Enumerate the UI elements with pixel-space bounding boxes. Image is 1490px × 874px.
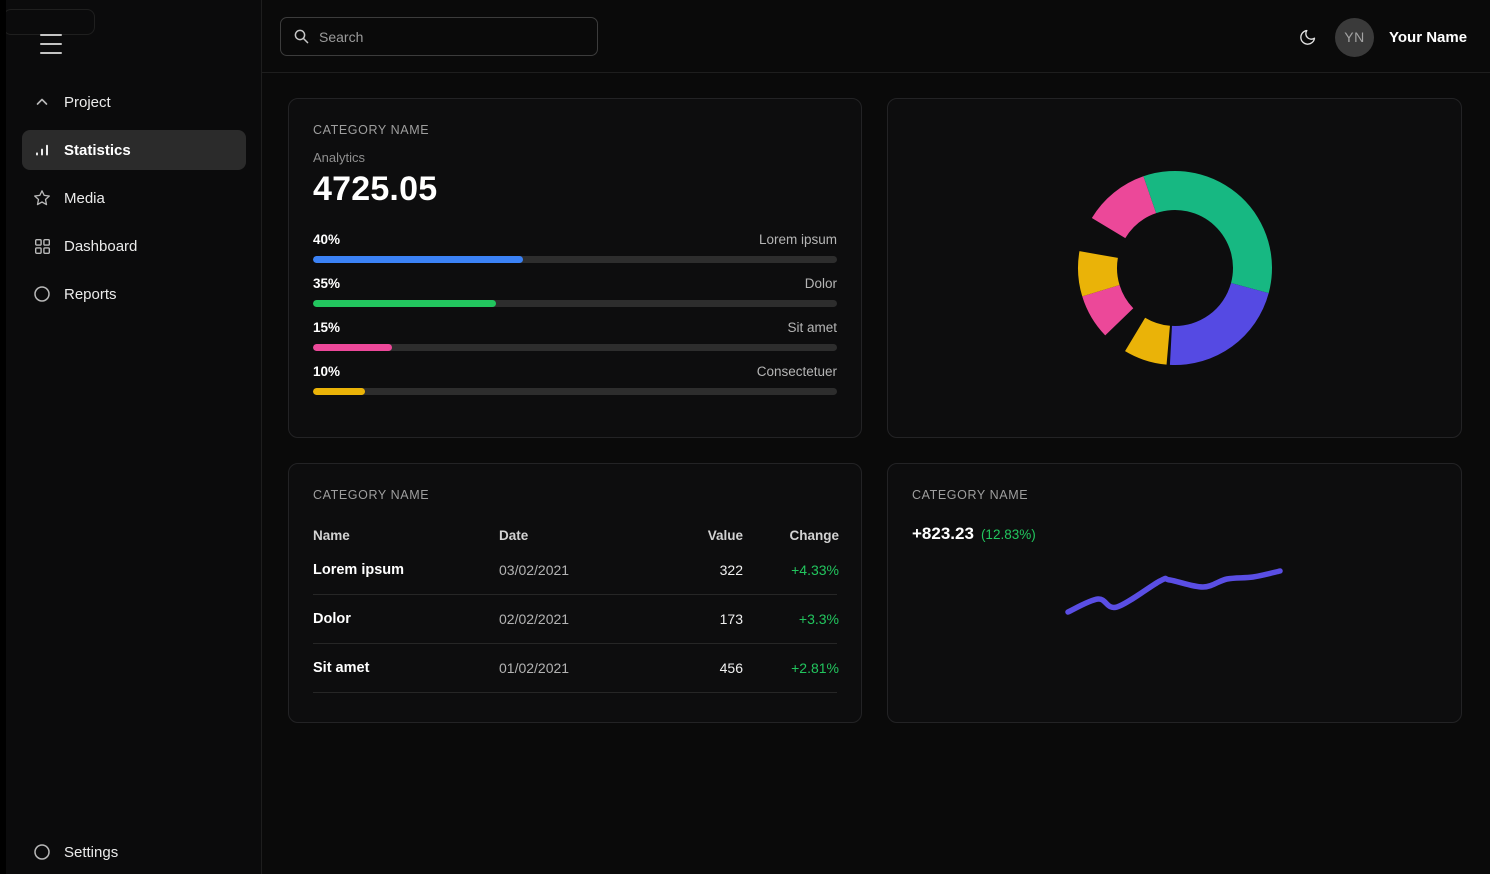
card-category-label: CATEGORY NAME — [313, 488, 837, 502]
progress-fill — [313, 344, 392, 351]
progress-label: Dolor — [805, 276, 837, 291]
search-icon — [293, 28, 310, 45]
progress-percent: 15% — [313, 320, 340, 335]
sidebar-item-reports[interactable]: Reports — [22, 274, 246, 314]
table-header: Name Date Value Change — [313, 524, 837, 546]
donut-chart — [1068, 161, 1282, 375]
cell-value: 173 — [641, 611, 743, 627]
line-chart-value: +823.23 — [912, 524, 974, 544]
donut-segment — [1091, 176, 1155, 238]
app-window: Project Statistics Media Dashboard Repor… — [0, 0, 1490, 874]
table-card: CATEGORY NAME Name Date Value Change Lor… — [288, 463, 862, 723]
menu-toggle-button[interactable] — [40, 34, 62, 54]
circle-icon — [33, 285, 51, 303]
search-box[interactable] — [280, 17, 598, 56]
hamburger-icon — [40, 34, 62, 36]
star-icon — [33, 189, 51, 207]
analytics-subtitle: Analytics — [313, 150, 837, 165]
progress-bars: 40% Lorem ipsum 35% Dolor 15% Sit amet — [313, 232, 837, 395]
analytics-total-value: 4725.05 — [313, 170, 837, 209]
grid-icon — [33, 237, 51, 255]
progress-fill — [313, 256, 523, 263]
moon-icon — [1299, 28, 1317, 46]
progress-label: Consectetuer — [757, 364, 837, 379]
column-header-value: Value — [641, 528, 743, 543]
cell-date: 02/02/2021 — [499, 611, 641, 627]
progress-fill — [313, 388, 365, 395]
sidebar-item-project[interactable]: Project — [22, 82, 246, 122]
table-row[interactable]: Lorem ipsum 03/02/2021 322 +4.33% — [313, 546, 837, 595]
analytics-card: CATEGORY NAME Analytics 4725.05 40% Lore… — [288, 98, 862, 438]
progress-fill — [313, 300, 496, 307]
bar-chart-icon — [33, 141, 51, 159]
progress-percent: 40% — [313, 232, 340, 247]
progress-track — [313, 300, 837, 307]
progress-percent: 35% — [313, 276, 340, 291]
sidebar-item-dashboard[interactable]: Dashboard — [22, 226, 246, 266]
user-menu[interactable]: YN Your Name — [1335, 14, 1467, 60]
progress-row: 15% Sit amet — [313, 320, 837, 351]
table-row[interactable]: Sit amet 01/02/2021 456 +2.81% — [313, 644, 837, 693]
donut-segment — [1169, 283, 1268, 365]
column-header-change: Change — [743, 528, 839, 543]
cell-name: Sit amet — [313, 660, 499, 676]
cell-name: Lorem ipsum — [313, 562, 499, 578]
cell-value: 456 — [641, 660, 743, 676]
sparkline-path — [1068, 571, 1280, 612]
sidebar-item-statistics[interactable]: Statistics — [22, 130, 246, 170]
circle-icon — [33, 843, 51, 861]
cell-date: 01/02/2021 — [499, 660, 641, 676]
chevron-up-icon — [33, 93, 51, 111]
table-body: Lorem ipsum 03/02/2021 322 +4.33% Dolor … — [313, 546, 837, 693]
column-header-name: Name — [313, 528, 499, 543]
cell-date: 03/02/2021 — [499, 562, 641, 578]
sidebar-item-media[interactable]: Media — [22, 178, 246, 218]
progress-track — [313, 388, 837, 395]
cell-change: +4.33% — [743, 562, 839, 578]
donut-chart-card — [887, 98, 1462, 438]
search-input[interactable] — [319, 29, 585, 45]
topbar: YN Your Name — [262, 0, 1490, 73]
line-chart-percent: (12.83%) — [981, 527, 1036, 542]
cell-name: Dolor — [313, 611, 499, 627]
cell-value: 322 — [641, 562, 743, 578]
progress-track — [313, 256, 837, 263]
table-row[interactable]: Dolor 02/02/2021 173 +3.3% — [313, 595, 837, 644]
progress-track — [313, 344, 837, 351]
progress-label: Lorem ipsum — [759, 232, 837, 247]
sidebar-footer: Settings — [0, 830, 262, 874]
avatar: YN — [1335, 18, 1374, 57]
column-header-date: Date — [499, 528, 641, 543]
cell-change: +3.3% — [743, 611, 839, 627]
sidebar-nav: Project Statistics Media Dashboard Repor… — [0, 82, 262, 314]
progress-row: 40% Lorem ipsum — [313, 232, 837, 263]
donut-segment — [1125, 318, 1170, 365]
cell-change: +2.81% — [743, 660, 839, 676]
card-category-label: CATEGORY NAME — [313, 123, 837, 137]
progress-label: Sit amet — [787, 320, 837, 335]
progress-percent: 10% — [313, 364, 340, 379]
line-chart-card: CATEGORY NAME +823.23 (12.83%) — [887, 463, 1462, 723]
user-name: Your Name — [1389, 29, 1467, 46]
donut-segment — [1143, 171, 1272, 293]
sidebar: Project Statistics Media Dashboard Repor… — [0, 0, 262, 874]
progress-row: 35% Dolor — [313, 276, 837, 307]
card-category-label: CATEGORY NAME — [912, 488, 1437, 502]
window-edge — [0, 0, 6, 874]
logo-placeholder — [3, 9, 95, 35]
progress-row: 10% Consectetuer — [313, 364, 837, 395]
sidebar-item-settings[interactable]: Settings — [22, 830, 246, 874]
line-chart — [1060, 555, 1300, 625]
dark-mode-toggle[interactable] — [1296, 25, 1320, 49]
